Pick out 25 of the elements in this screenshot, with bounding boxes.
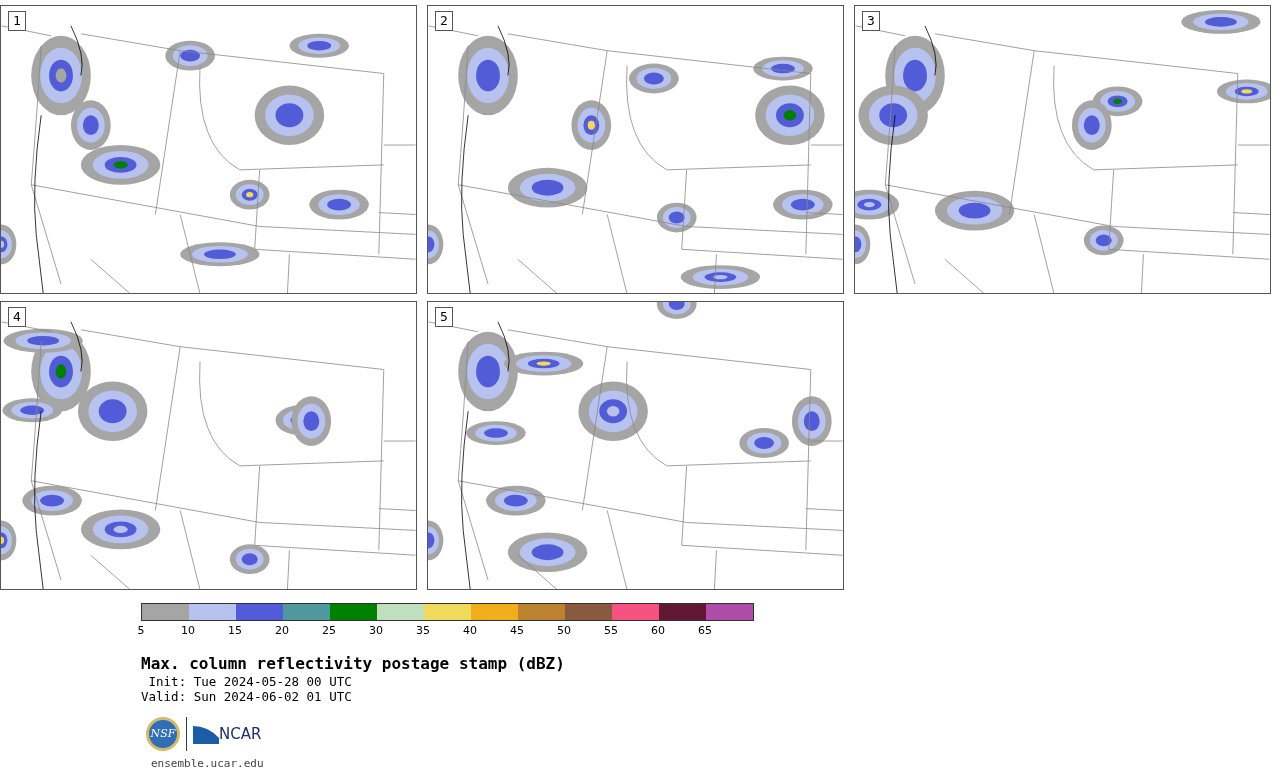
- colorbar-tick-label: 25: [322, 624, 336, 637]
- panel-number: 5: [435, 307, 453, 327]
- colorbar-tick-label: 15: [228, 624, 242, 637]
- swoosh-logo-icon: [193, 724, 219, 744]
- logo-text: NCAR: [219, 723, 262, 745]
- panel-number: 2: [435, 11, 453, 31]
- colorbar-tick-label: 60: [651, 624, 665, 637]
- panel-number: 1: [8, 11, 26, 31]
- colorbar-tick-label: 30: [369, 624, 383, 637]
- colorbar-tick-label: 65: [698, 624, 712, 637]
- colorbar-tick-label: 55: [604, 624, 618, 637]
- colorbar-tick-label: 35: [416, 624, 430, 637]
- website-url: ensemble.ucar.edu: [151, 757, 265, 770]
- init-time: Init: Tue 2024-05-28 00 UTC: [147, 674, 353, 689]
- panel-number: 4: [8, 307, 26, 327]
- chart-title: Max. column reflectivity postage stamp (dBZ): [141, 654, 566, 674]
- globe-logo: NSF: [146, 717, 180, 751]
- colorbar-tick-label: 10: [181, 624, 195, 637]
- colorbar-tick-label: 45: [510, 624, 524, 637]
- valid-time: Valid: Sun 2024-06-02 01 UTC: [141, 689, 353, 704]
- colorbar-tick-label: 20: [275, 624, 289, 637]
- colorbar-tick-label: 50: [557, 624, 571, 637]
- colorbar-tick-label: 40: [463, 624, 477, 637]
- colorbar-tick-label: 5: [137, 624, 145, 637]
- panel-number: 3: [862, 11, 880, 31]
